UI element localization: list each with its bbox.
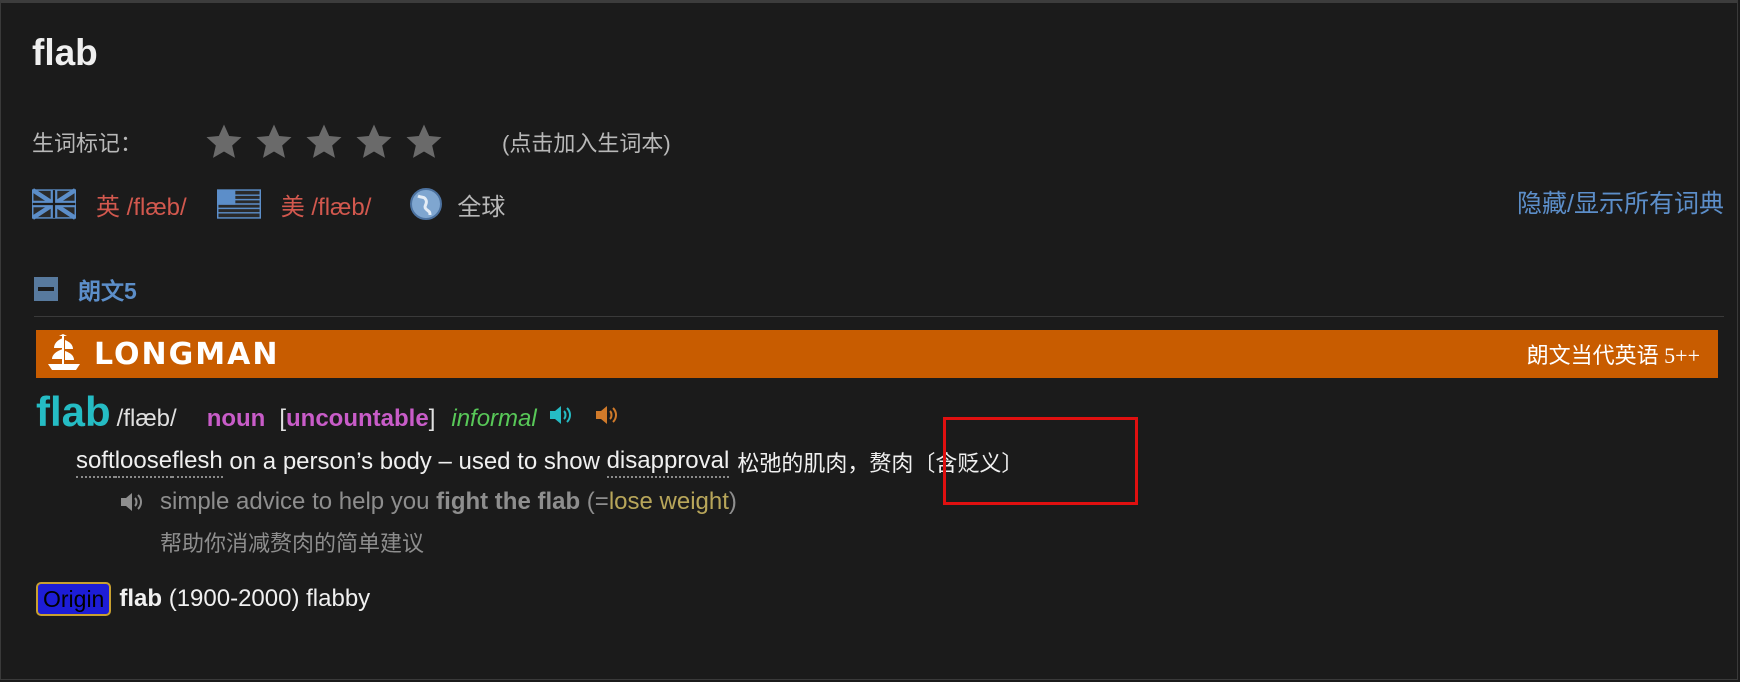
global-pronunciation-label[interactable]: 全球 bbox=[457, 187, 505, 222]
definition-text: on a person’s body – used to show bbox=[222, 448, 607, 475]
add-to-wordbook-hint[interactable]: (点击加入生词本) bbox=[502, 126, 671, 158]
grammar-code: [uncountable] bbox=[279, 405, 436, 432]
definition-word-link[interactable]: flesh bbox=[172, 447, 223, 478]
part-of-speech: noun bbox=[206, 405, 266, 432]
definition-word-link[interactable]: loose bbox=[114, 447, 173, 478]
page-title: flab bbox=[32, 32, 98, 73]
star-icon[interactable] bbox=[402, 122, 446, 162]
example-translation: 帮助你消减赘肉的简单建议 bbox=[160, 532, 425, 557]
globe-icon[interactable] bbox=[409, 187, 443, 221]
definition: soft loose flesh on a person’s body – us… bbox=[76, 442, 1023, 482]
dictionary-name[interactable]: 朗文5 bbox=[78, 272, 137, 306]
origin-word: flab bbox=[119, 585, 163, 612]
origin-line: Origin flab (1900-2000) flabby bbox=[36, 582, 370, 616]
star-rating[interactable] bbox=[202, 122, 446, 162]
star-icon[interactable] bbox=[202, 122, 246, 162]
definition-word-link[interactable]: soft bbox=[76, 447, 115, 478]
star-icon[interactable] bbox=[252, 122, 296, 162]
pronunciation-row: 英 /flæb/ 美 /flæb/ 全球 bbox=[32, 184, 505, 224]
divider bbox=[34, 316, 1724, 317]
example-collocation: fight the flab bbox=[436, 488, 581, 515]
origin-badge: Origin bbox=[36, 582, 112, 616]
example-sentence: simple advice to help you fight the flab… bbox=[118, 482, 737, 522]
us-audio-speaker-icon[interactable] bbox=[593, 402, 619, 428]
wordbook-mark-label: 生词标记： bbox=[32, 131, 143, 156]
star-icon[interactable] bbox=[352, 122, 396, 162]
dictionary-edition: 朗文当代英语 5++ bbox=[1526, 343, 1700, 368]
collapse-icon[interactable] bbox=[34, 277, 58, 301]
example-speaker-icon[interactable] bbox=[118, 489, 144, 515]
star-icon[interactable] bbox=[302, 122, 346, 162]
wordbook-mark-row: 生词标记： (点击加入生词本) bbox=[32, 122, 671, 162]
ship-logo-icon bbox=[48, 334, 80, 370]
register-label: informal bbox=[451, 405, 537, 432]
longman-banner: LONGMAN 朗文当代英语 5++ bbox=[36, 330, 1718, 378]
uk-audio-speaker-icon[interactable] bbox=[547, 402, 573, 428]
us-flag-icon[interactable] bbox=[216, 188, 261, 220]
toggle-all-dictionaries-link[interactable]: 隐藏/显示所有词典 bbox=[1517, 184, 1724, 220]
entry-word: flab bbox=[36, 388, 111, 435]
definition-word-link[interactable]: disapproval bbox=[606, 447, 730, 478]
origin-text: (1900-2000) flabby bbox=[162, 585, 371, 612]
uk-flag-icon[interactable] bbox=[32, 188, 76, 220]
example-synonym: lose weight bbox=[608, 488, 729, 515]
entry-ipa: /flæb/ bbox=[116, 405, 177, 432]
entry-header: flab /flæb/ noun [uncountable] informal bbox=[36, 388, 619, 442]
highlight-annotation-box bbox=[943, 417, 1138, 505]
brand-name: LONGMAN bbox=[94, 336, 280, 372]
uk-pronunciation[interactable]: 英 /flæb/ bbox=[96, 187, 187, 222]
us-pronunciation[interactable]: 美 /flæb/ bbox=[281, 187, 372, 222]
dictionary-section-header: 朗文5 bbox=[34, 272, 137, 306]
